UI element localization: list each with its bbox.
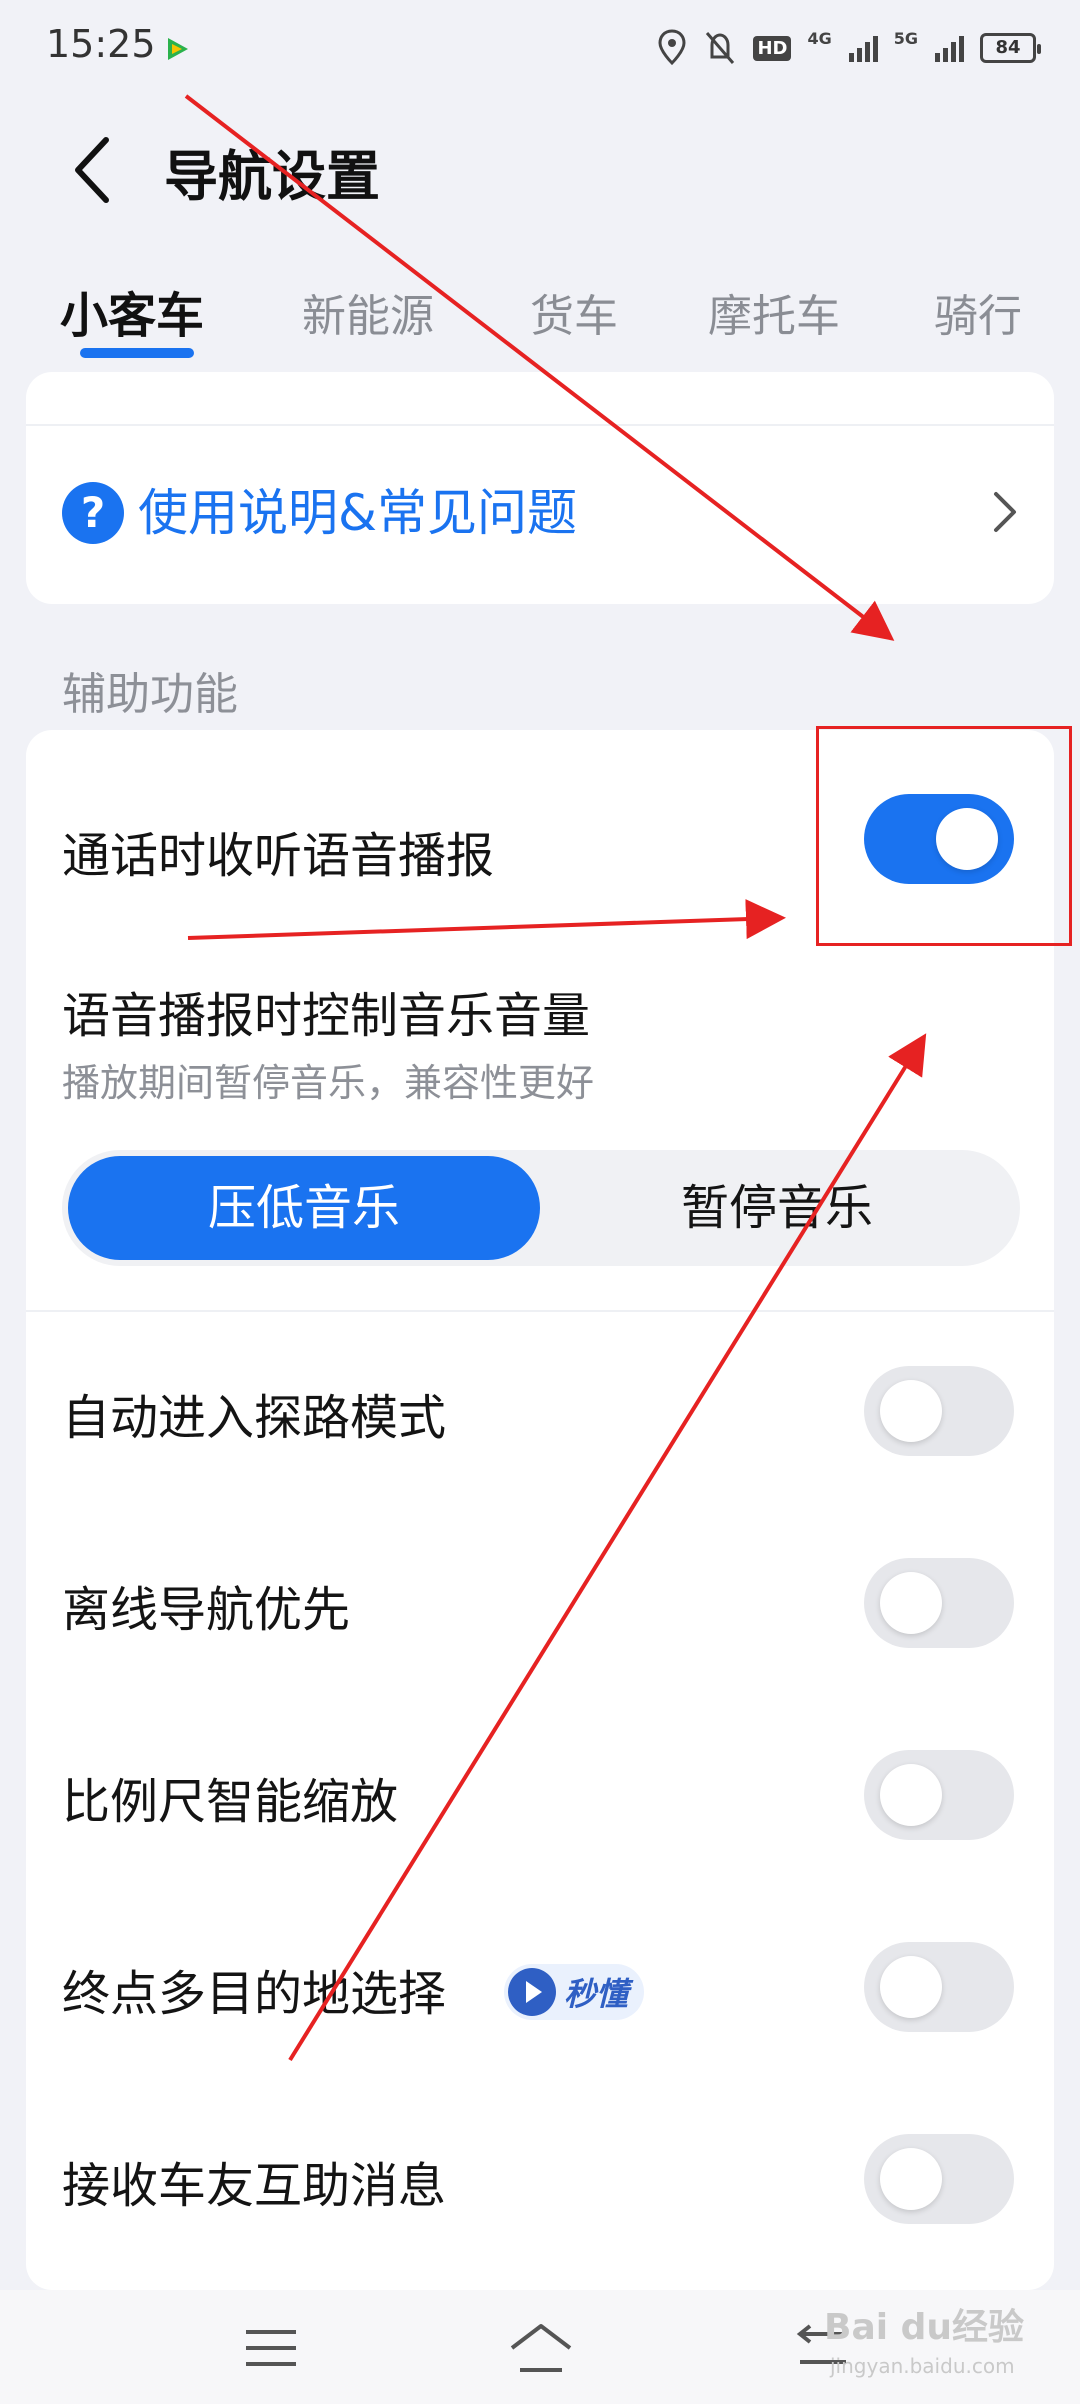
lower-music-option[interactable]: 压低音乐: [68, 1156, 540, 1260]
smart-scale-toggle[interactable]: [864, 1750, 1014, 1840]
tab-motorcycle[interactable]: 摩托车: [708, 280, 840, 344]
question-circle-icon: ?: [62, 482, 124, 544]
help-card[interactable]: ? 使用说明&常见问题: [26, 372, 1054, 604]
call-voice-label: 通话时收听语音播报: [62, 828, 495, 884]
help-link[interactable]: 使用说明&常见问题: [138, 482, 577, 544]
battery-level: 84: [995, 37, 1021, 58]
toggle-knob: [880, 1764, 942, 1826]
page-title: 导航设置: [164, 145, 380, 208]
explore-mode-label: 自动进入探路模式: [62, 1390, 447, 1446]
signal-icon: [935, 36, 964, 62]
miaodong-badge[interactable]: 秒懂: [504, 1964, 645, 2020]
multi-destination-toggle[interactable]: [864, 1942, 1014, 2032]
music-mode-segmented-control: 压低音乐 暂停音乐: [62, 1150, 1020, 1266]
bell-muted-icon: [706, 32, 735, 64]
music-control-label: 语音播报时控制音乐音量: [62, 988, 591, 1044]
toggle-knob: [880, 2148, 942, 2210]
app-notification-icon: [168, 38, 188, 60]
car-friend-label: 接收车友互助消息: [62, 2158, 447, 2214]
toggle-knob: [880, 1956, 942, 2018]
network-label-2: 5G: [893, 28, 918, 48]
menu-icon[interactable]: [236, 2318, 306, 2378]
offline-first-toggle[interactable]: [864, 1558, 1014, 1648]
tab-truck[interactable]: 货车: [530, 280, 618, 344]
smart-scale-label: 比例尺智能缩放: [62, 1774, 399, 1830]
music-control-subtitle: 播放期间暂停音乐，兼容性更好: [62, 1061, 595, 1105]
status-time: 15:25: [46, 22, 156, 66]
section-title: 辅助功能: [62, 669, 238, 720]
tab-cycling[interactable]: 骑行: [934, 280, 1022, 344]
car-friend-toggle[interactable]: [864, 2134, 1014, 2224]
watermark-url: jingyan.baidu.com: [830, 2354, 1015, 2378]
chevron-right-icon: [994, 492, 1016, 532]
chevron-left-icon[interactable]: [62, 130, 122, 210]
play-icon: [508, 1968, 556, 2016]
watermark-logo: Bai du经验: [824, 2307, 1025, 2348]
hd-icon: HD: [753, 35, 792, 61]
status-icons: HD 4G 5G 84: [657, 26, 1041, 70]
explore-mode-toggle[interactable]: [864, 1366, 1014, 1456]
location-icon: [658, 29, 686, 66]
network-label-1: 4G: [807, 28, 832, 48]
tab-new-energy[interactable]: 新能源: [302, 280, 434, 344]
settings-card: 通话时收听语音播报 语音播报时控制音乐音量 播放期间暂停音乐，兼容性更好 压低音…: [26, 730, 1054, 2290]
miaodong-label: 秒懂: [564, 1975, 629, 2013]
annotation-highlight-box: [816, 726, 1072, 946]
status-bar: 15:25 HD 4G 5G 84: [0, 0, 1080, 100]
active-tab-indicator: [80, 348, 194, 358]
divider: [26, 424, 1054, 426]
toggle-knob: [880, 1572, 942, 1634]
home-icon[interactable]: [506, 2318, 576, 2378]
battery-icon: 84: [980, 33, 1041, 63]
tab-small-car[interactable]: 小客车: [60, 276, 204, 346]
toggle-knob: [880, 1380, 942, 1442]
multi-destination-label: 终点多目的地选择: [62, 1966, 447, 2022]
divider: [26, 1310, 1054, 1312]
pause-music-option[interactable]: 暂停音乐: [540, 1156, 1014, 1260]
signal-icon: [848, 36, 878, 62]
tab-bar: 小客车 新能源 货车 摩托车 骑行: [0, 270, 1080, 370]
offline-first-label: 离线导航优先: [62, 1582, 351, 1638]
